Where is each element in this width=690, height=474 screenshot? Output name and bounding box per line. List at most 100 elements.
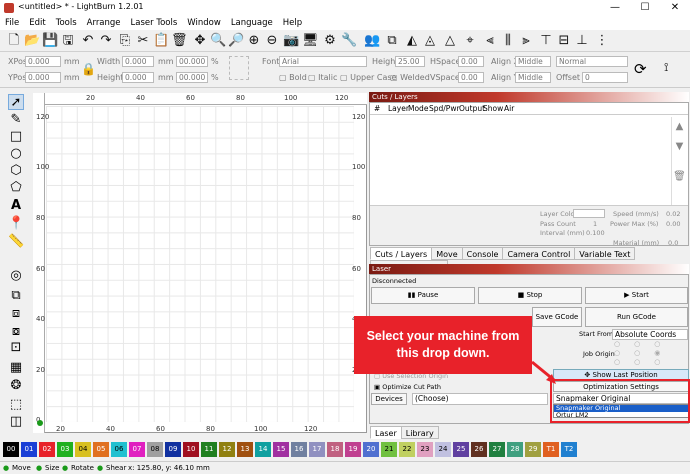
align-bottom-icon[interactable]: ⊥	[574, 33, 590, 49]
vspace-field[interactable]: 0.00	[458, 72, 484, 83]
menu-arrange[interactable]: Arrange	[82, 16, 126, 30]
palette-swatch-24[interactable]: 24	[435, 442, 451, 457]
xpos-field[interactable]: 0.000	[25, 56, 61, 67]
copy-icon[interactable]: ⎘	[117, 33, 133, 49]
wrench-icon[interactable]: 🔧	[341, 33, 357, 49]
boolean-intersect-icon[interactable]: ⊡	[8, 340, 24, 356]
menu-help[interactable]: Help	[278, 16, 307, 30]
text-icon[interactable]: A	[8, 198, 24, 214]
palette-swatch-27[interactable]: 27	[489, 442, 505, 457]
menu-language[interactable]: Language	[226, 16, 278, 30]
aligny-select[interactable]: Middle	[515, 72, 551, 83]
palette-swatch-19[interactable]: 19	[345, 442, 361, 457]
offset-field[interactable]: 0	[582, 72, 628, 83]
palette-swatch-21[interactable]: 21	[381, 442, 397, 457]
palette-swatch-10[interactable]: 10	[183, 442, 199, 457]
palette-swatch-16[interactable]: 16	[291, 442, 307, 457]
palette-swatch-03[interactable]: 03	[57, 442, 73, 457]
edit-nodes-icon[interactable]: ⬠	[8, 180, 24, 196]
palette-swatch-t2[interactable]: T2	[561, 442, 577, 457]
align-center-icon[interactable]: ⫼	[500, 33, 516, 49]
delete-icon[interactable]: 🗑	[171, 33, 188, 49]
start-button[interactable]: ▶ Start	[585, 287, 688, 304]
tab-library[interactable]: Library	[400, 426, 439, 439]
ellipse-icon[interactable]: ○	[8, 146, 24, 162]
origin-selector[interactable]	[229, 56, 249, 80]
text-height-field[interactable]: 25.00	[395, 56, 425, 67]
circular-array-icon[interactable]: ❂	[8, 378, 24, 394]
width-field[interactable]: 0.000	[122, 56, 154, 67]
palette-swatch-20[interactable]: 20	[363, 442, 379, 457]
node-tool-icon[interactable]: ⬚	[8, 397, 24, 413]
hspace-field[interactable]: 0.00	[458, 56, 484, 67]
palette-swatch-05[interactable]: 05	[93, 442, 109, 457]
undo-icon[interactable]: ↶	[80, 33, 96, 49]
italic-checkbox[interactable]: ▢ Italic	[308, 73, 337, 82]
offset-shapes-icon[interactable]: ◎	[8, 268, 24, 284]
bold-checkbox[interactable]: ▢ Bold	[279, 73, 307, 82]
menu-file[interactable]: File	[0, 16, 24, 30]
target-icon[interactable]: ⌖	[462, 33, 478, 49]
monitor-icon[interactable]: 🖥	[302, 33, 319, 49]
lock-icon[interactable]: 🔒	[81, 62, 96, 76]
text-mode-select[interactable]: Normal	[556, 56, 628, 67]
upper-case-checkbox[interactable]: ▢ Upper Case	[340, 73, 396, 82]
devices-button[interactable]: Devices	[371, 393, 407, 405]
group-icon[interactable]: ⧉	[384, 33, 400, 49]
menu-laser-tools[interactable]: Laser Tools	[126, 16, 183, 30]
cut-icon[interactable]: ✂	[135, 33, 151, 49]
tab-variable-text[interactable]: Variable Text	[574, 247, 636, 260]
boolean-union-icon[interactable]: ⧈	[8, 306, 24, 322]
tab-camera-control[interactable]: Camera Control	[502, 247, 576, 260]
palette-swatch-02[interactable]: 02	[39, 442, 55, 457]
delete-layer-icon[interactable]: 🗑	[672, 167, 687, 187]
tab-console[interactable]: Console	[461, 247, 504, 260]
palette-swatch-01[interactable]: 01	[21, 442, 37, 457]
menu-edit[interactable]: Edit	[24, 16, 50, 30]
palette-swatch-06[interactable]: 06	[111, 442, 127, 457]
mirror-icon[interactable]: ◭	[404, 33, 420, 49]
device-select[interactable]: (Choose)	[412, 393, 548, 405]
palette-swatch-17[interactable]: 17	[309, 442, 325, 457]
redo-icon[interactable]: ↷	[98, 33, 114, 49]
save-icon[interactable]: 💾	[42, 33, 58, 49]
height-percent-field[interactable]: 00.000	[176, 72, 208, 83]
start-from-select[interactable]: Absolute Coords	[612, 329, 688, 340]
tab-laser[interactable]: Laser	[370, 426, 402, 439]
palette-swatch-26[interactable]: 26	[471, 442, 487, 457]
align-top-icon[interactable]: ⊤	[538, 33, 554, 49]
palette-swatch-07[interactable]: 07	[129, 442, 145, 457]
alignx-select[interactable]: Middle	[515, 56, 551, 67]
palette-swatch-09[interactable]: 09	[165, 442, 181, 457]
select-icon[interactable]: ➚	[8, 94, 24, 110]
menu-window[interactable]: Window	[182, 16, 226, 30]
palette-swatch-08[interactable]: 08	[147, 442, 163, 457]
stop-button[interactable]: ■ Stop	[478, 287, 582, 304]
width-percent-field[interactable]: 00.000	[176, 56, 208, 67]
ypos-field[interactable]: 0.000	[25, 72, 61, 83]
shapes-icon[interactable]: ◬	[422, 33, 438, 49]
save-gcode-button[interactable]: Save GCode	[532, 307, 582, 327]
tab-cuts-layers[interactable]: Cuts / Layers	[370, 247, 433, 260]
optimize-cut-checkbox[interactable]: ▣ Optimize Cut Path	[374, 383, 441, 391]
canvas-grid[interactable]	[46, 106, 354, 422]
palette-swatch-15[interactable]: 15	[273, 442, 289, 457]
align-middle-icon[interactable]: ⊟	[556, 33, 572, 49]
grid-array-icon[interactable]: ▦	[8, 360, 24, 376]
height-field[interactable]: 0.000	[122, 72, 154, 83]
zoom-fit-icon[interactable]: ⊕	[246, 33, 262, 49]
job-origin-selector[interactable]: ○○○ ○○◉ ○○○	[614, 340, 670, 368]
palette-swatch-29[interactable]: 29	[525, 442, 541, 457]
minimize-button[interactable]: —	[600, 0, 630, 16]
pen-icon[interactable]: ✎	[8, 112, 24, 128]
align-right-icon[interactable]: ⫸	[518, 33, 534, 49]
boolean-subtract-icon[interactable]: ⧇	[8, 324, 24, 340]
font-select[interactable]: Arial	[279, 56, 367, 67]
distribute-icon[interactable]: ⋮	[594, 33, 610, 49]
palette-swatch-23[interactable]: 23	[417, 442, 433, 457]
close-button[interactable]: ✕	[660, 0, 690, 16]
rectangle-icon[interactable]: □	[8, 129, 24, 145]
palette-swatch-00[interactable]: 00	[3, 442, 19, 457]
new-file-icon[interactable]: 🗋	[6, 33, 22, 49]
palette-swatch-28[interactable]: 28	[507, 442, 523, 457]
